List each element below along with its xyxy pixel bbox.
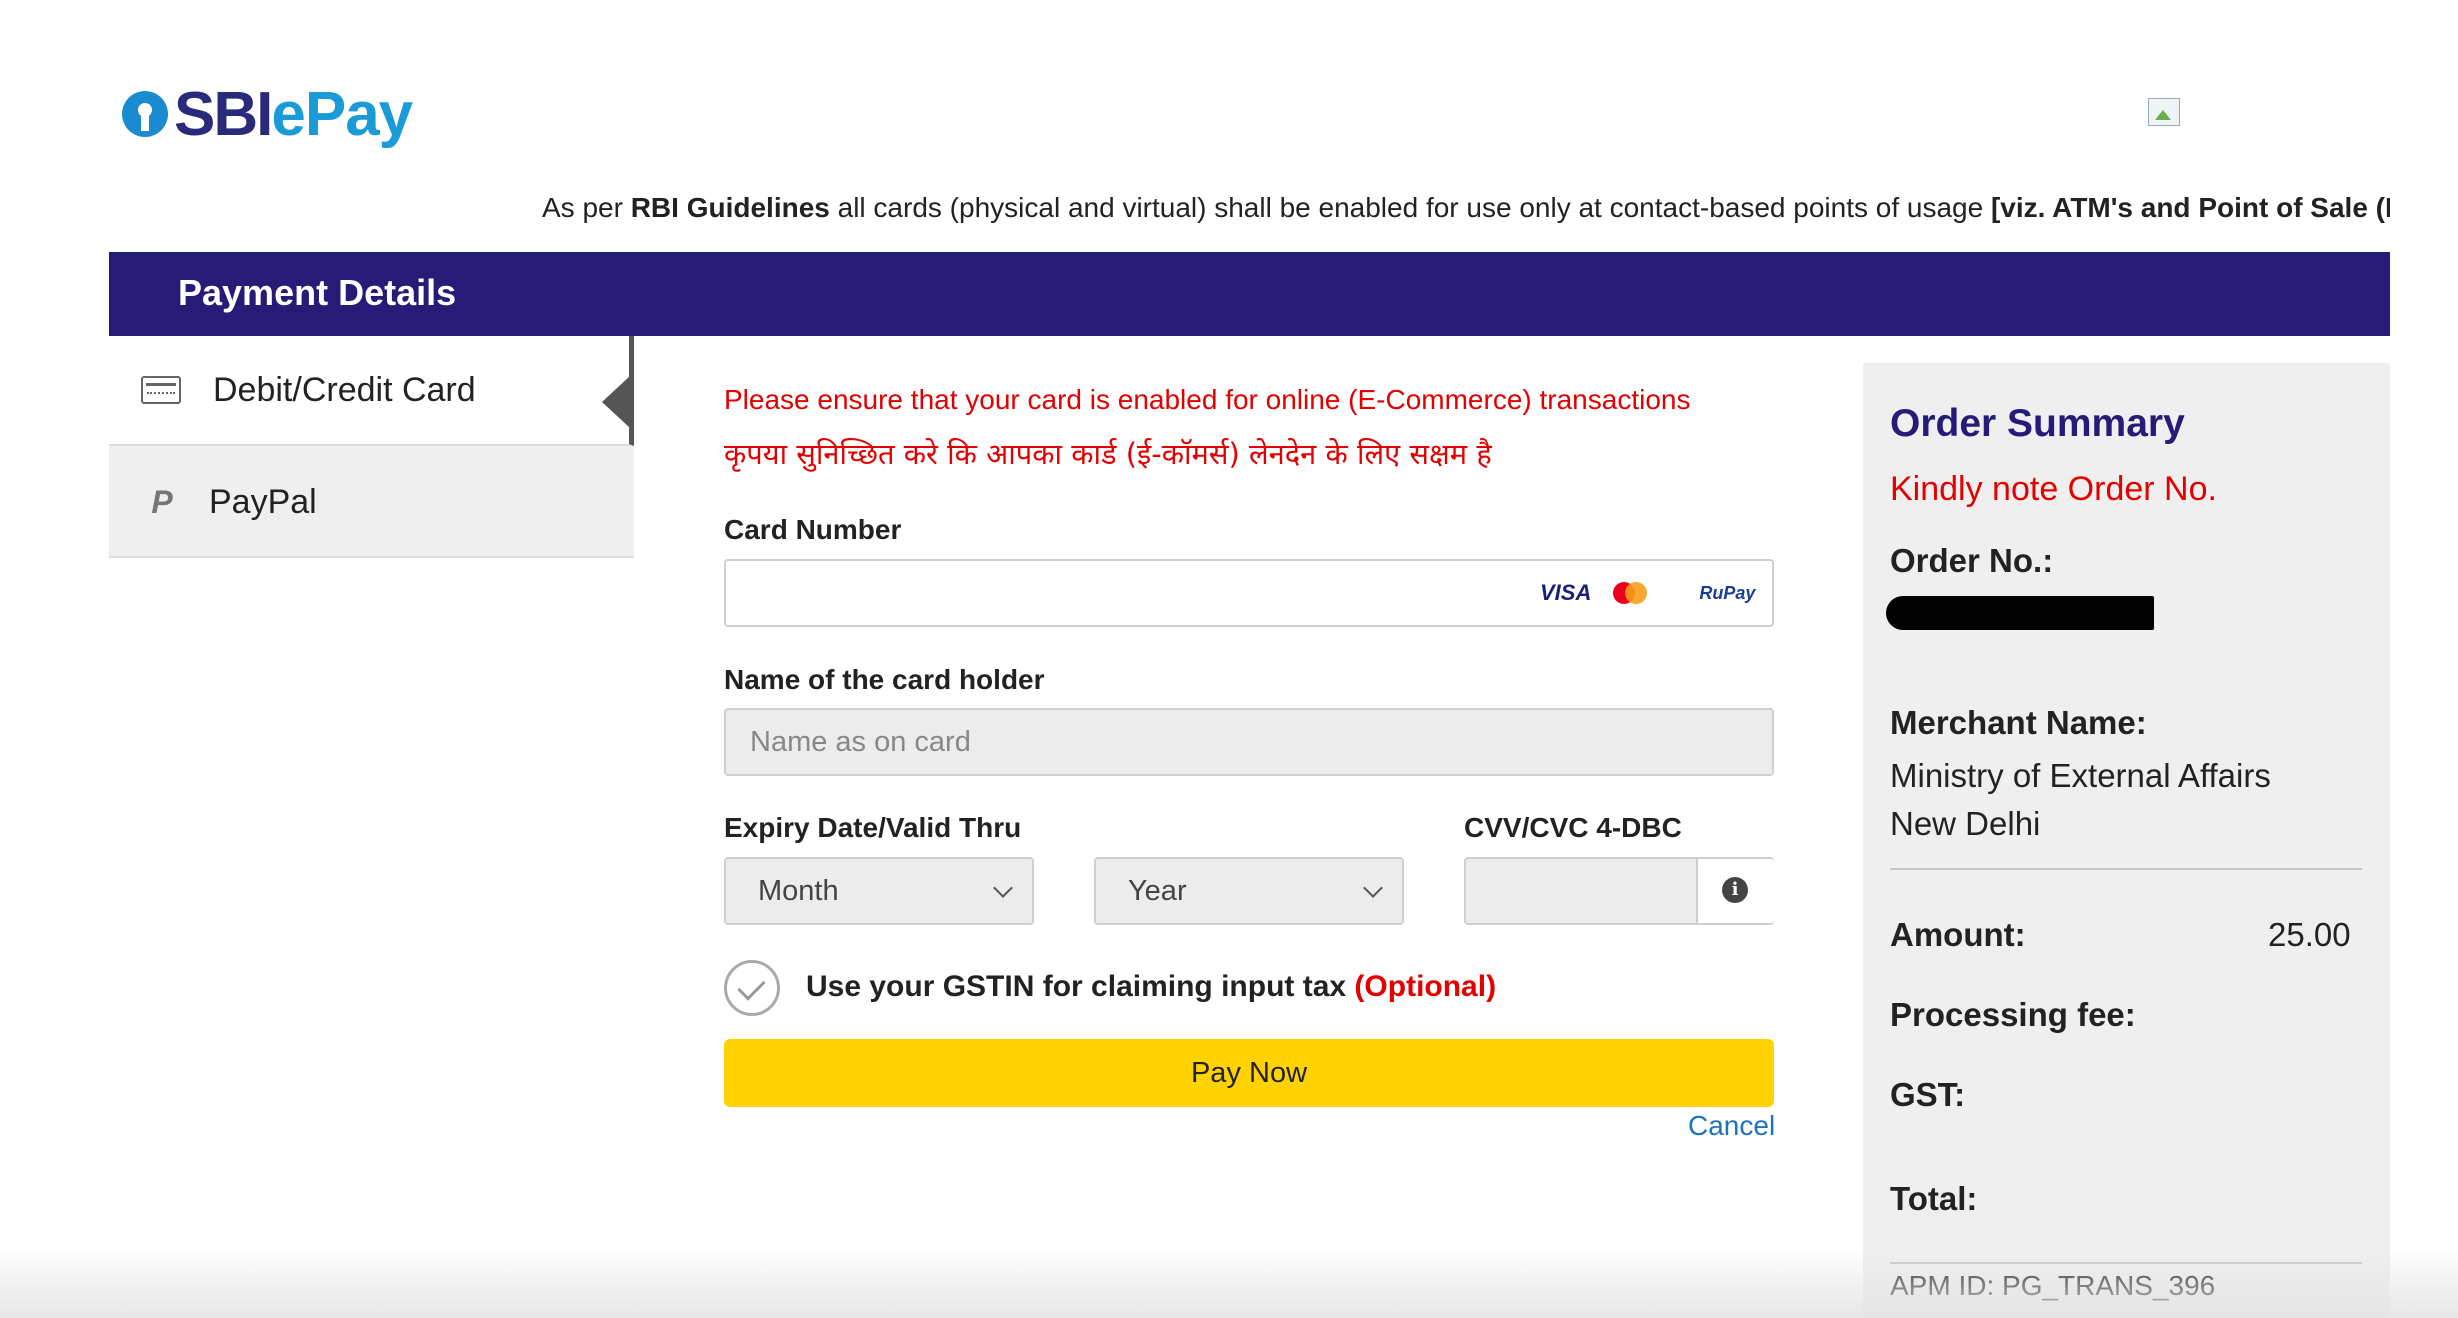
redacted-order-number [1886,596,2154,630]
paypal-icon: P [151,483,173,520]
year-selected-value: Year [1128,874,1187,907]
order-summary-title: Order Summary [1890,402,2185,445]
gstin-checkbox[interactable] [724,960,780,1016]
cvv-label: CVV/CVC 4-DBC [1464,812,1682,843]
gst-label: GST: [1890,1076,1966,1113]
merchant-name-label: Merchant Name: [1890,704,2147,741]
pay-now-button[interactable]: Pay Now [724,1039,1774,1107]
expiry-month-select[interactable]: Month [724,857,1034,925]
broken-image-icon [2148,98,2180,126]
credit-card-icon [141,376,181,404]
card-holder-label: Name of the card holder [724,664,1045,695]
card-holder-name-input[interactable] [724,708,1774,776]
merchant-line-1: Ministry of External Affairs [1890,757,2271,794]
nav-item-label: Debit/Credit Card [213,370,476,409]
expiry-year-select[interactable]: Year [1094,857,1404,925]
notice-middle: all cards (physical and virtual) shall b… [829,192,1991,223]
amount-value: 25.00 [2268,916,2351,953]
order-note: Kindly note Order No. [1890,470,2217,508]
card-brand-logos: VISA RuPay [1530,562,1771,624]
card-number-label: Card Number [724,514,902,545]
sbi-logo-icon [122,91,168,137]
notice-tail: [viz. ATM's and Point of Sale (PO [1990,192,2390,223]
cancel-link[interactable]: Cancel [1688,1110,1775,1142]
selected-pointer-icon [602,376,630,428]
nav-item-paypal[interactable]: P PayPal [109,448,634,558]
amount-label: Amount: [1890,916,2026,953]
merchant-line-2: New Delhi [1890,805,2041,842]
chevron-down-icon [993,878,1013,898]
page-title: Payment Details [178,272,457,313]
summary-divider [1890,1262,2362,1264]
gstin-optional-text: (Optional) [1354,970,1497,1003]
logo-sbi-text: SBI [174,79,273,149]
gstin-label-text: Use your GSTIN for claiming input tax [806,970,1355,1003]
month-selected-value: Month [758,874,839,907]
notice-rbi: RBI Guidelines [630,192,830,223]
apm-id: APM ID: PG_TRANS_396 [1890,1270,2216,1301]
expiry-label: Expiry Date/Valid Thru [724,812,1022,843]
sbi-epay-logo: SBI ePay [122,74,413,154]
processing-fee-label: Processing fee: [1890,996,2136,1033]
nav-item-label: PayPal [209,482,317,521]
ecommerce-warning-hi: कृपया सुनिच्छित करे कि आपका कार्ड (ई-कॉम… [724,437,1492,471]
notice-prefix: As per [542,192,631,223]
gstin-label: Use your GSTIN for claiming input tax (O… [806,970,1496,1004]
merchant-name-value: Ministry of External Affairs New Delhi [1890,752,2350,848]
mastercard-logo-icon [1613,582,1649,604]
order-number-label: Order No.: [1890,542,2054,579]
total-label: Total: [1890,1180,1978,1217]
rbi-notice-marquee: As per RBI Guidelines all cards (physica… [542,192,2390,232]
chevron-down-icon [1363,878,1383,898]
visa-logo-icon: VISA [1540,580,1592,605]
summary-divider [1890,868,2362,870]
ecommerce-warning-en: Please ensure that your card is enabled … [724,384,1691,415]
logo-epay-text: ePay [271,79,413,149]
nav-item-debit-credit-card[interactable]: Debit/Credit Card [109,336,634,446]
info-icon[interactable]: i [1722,877,1748,903]
payment-method-nav: Debit/Credit Card P PayPal [109,336,634,558]
rupay-logo-icon: RuPay [1699,582,1756,603]
